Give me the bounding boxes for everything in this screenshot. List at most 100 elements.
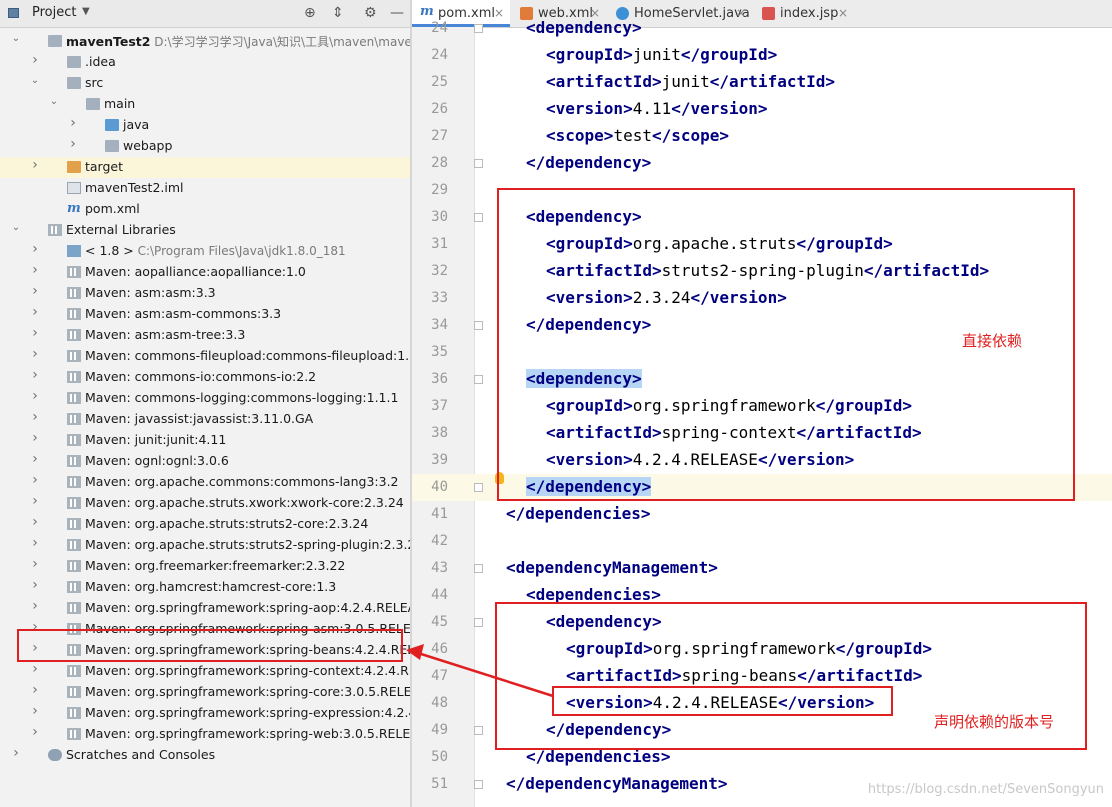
tree-item[interactable]: › Maven: org.springframework:spring-conte… <box>0 661 410 682</box>
hide-panel-icon[interactable]: — <box>390 4 404 22</box>
fold-marker-icon[interactable] <box>474 618 483 627</box>
line-number: 37 <box>431 398 448 414</box>
chevron-right-icon[interactable]: › <box>29 409 41 425</box>
project-panel-title[interactable]: Project <box>32 5 76 20</box>
chevron-right-icon[interactable]: › <box>29 514 41 530</box>
code-line[interactable]: 43 <dependencyManagement> <box>412 555 1112 582</box>
code-line[interactable]: 28 </dependency> <box>412 150 1112 177</box>
chevron-right-icon[interactable]: › <box>29 556 41 572</box>
tree-item[interactable]: › Maven: commons-io:commons-io:2.2 <box>0 367 410 388</box>
tree-item[interactable]: › Maven: org.hamcrest:hamcrest-core:1.3 <box>0 577 410 598</box>
tree-item[interactable]: › Maven: org.apache.struts.xwork:xwork-co… <box>0 493 410 514</box>
gear-icon[interactable]: ⚙ <box>364 4 377 22</box>
tree-item[interactable]: › Maven: org.springframework:spring-core:… <box>0 682 410 703</box>
chevron-right-icon[interactable]: › <box>29 283 41 299</box>
xml-tag: </groupId> <box>680 45 778 64</box>
fold-marker-icon[interactable] <box>474 213 483 222</box>
chevron-right-icon[interactable]: › <box>29 661 41 677</box>
code-line[interactable]: 24 <groupId>junit</groupId> <box>412 42 1112 69</box>
tree-item[interactable]: › Maven: ognl:ognl:3.0.6 <box>0 451 410 472</box>
tree-item-text: main <box>104 96 136 111</box>
library-icon <box>67 434 81 446</box>
chevron-right-icon[interactable]: › <box>29 577 41 593</box>
tree-item[interactable]: › Maven: asm:asm:3.3 <box>0 283 410 304</box>
chevron-right-icon[interactable]: › <box>29 724 41 740</box>
chevron-right-icon[interactable]: › <box>29 682 41 698</box>
tree-item[interactable]: ⌄ main <box>0 94 410 115</box>
locate-icon[interactable]: ⊕ <box>304 4 316 22</box>
library-icon <box>67 497 81 509</box>
chevron-right-icon[interactable]: › <box>29 304 41 320</box>
chevron-down-icon[interactable]: ⌄ <box>10 222 22 233</box>
tree-item[interactable]: ⌄ mavenTest2 D:\学习学习学习\Java\知识\工具\maven\m… <box>0 31 410 52</box>
tree-item[interactable]: › Maven: org.springframework:spring-aop:4… <box>0 598 410 619</box>
tree-item-label: Maven: javassist:javassist:3.11.0.GA <box>85 411 313 426</box>
tree-item[interactable]: ⌄ External Libraries <box>0 220 410 241</box>
code-line[interactable]: 24 <dependency> <box>412 15 1112 42</box>
chevron-right-icon[interactable]: › <box>10 745 22 761</box>
tree-item[interactable]: › Maven: org.springframework:spring-expre… <box>0 703 410 724</box>
chevron-right-icon[interactable]: › <box>29 367 41 383</box>
fold-marker-icon[interactable] <box>474 24 483 33</box>
code-line[interactable]: 27 <scope>test</scope> <box>412 123 1112 150</box>
collapse-all-icon[interactable]: ⇕ <box>332 4 344 22</box>
chevron-right-icon[interactable]: › <box>29 598 41 614</box>
chevron-right-icon[interactable]: › <box>29 472 41 488</box>
chevron-down-icon[interactable]: ⌄ <box>10 33 22 44</box>
code-line[interactable]: 25 <artifactId>junit</artifactId> <box>412 69 1112 96</box>
chevron-right-icon[interactable]: › <box>29 535 41 551</box>
fold-marker-icon[interactable] <box>474 483 483 492</box>
fold-marker-icon[interactable] <box>474 564 483 573</box>
chevron-down-icon[interactable]: ⌄ <box>48 96 60 107</box>
chevron-right-icon[interactable]: › <box>29 703 41 719</box>
chevron-right-icon[interactable]: › <box>29 493 41 509</box>
xml-tag: <artifactId> <box>546 72 662 91</box>
tree-item[interactable]: › Maven: javassist:javassist:3.11.0.GA <box>0 409 410 430</box>
chevron-right-icon[interactable]: › <box>29 451 41 467</box>
tree-item[interactable]: › Maven: org.apache.commons:commons-lang3… <box>0 472 410 493</box>
code-line[interactable]: 41 </dependencies> <box>412 501 1112 528</box>
chevron-right-icon[interactable]: › <box>29 325 41 341</box>
fold-marker-icon[interactable] <box>474 726 483 735</box>
chevron-down-icon[interactable]: ▼ <box>82 6 90 17</box>
chevron-right-icon[interactable]: › <box>29 241 41 257</box>
tree-item[interactable]: › Scratches and Consoles <box>0 745 410 766</box>
tree-item[interactable]: › webapp <box>0 136 410 157</box>
chevron-right-icon[interactable]: › <box>67 136 79 152</box>
fold-marker-icon[interactable] <box>474 780 483 789</box>
chevron-down-icon[interactable]: ⌄ <box>29 75 41 86</box>
fold-marker-icon[interactable] <box>474 159 483 168</box>
tree-item[interactable]: › Maven: commons-logging:commons-logging:… <box>0 388 410 409</box>
tree-item[interactable]: › Maven: commons-fileupload:commons-fileu… <box>0 346 410 367</box>
tree-item[interactable]: › Maven: org.apache.struts:struts2-core:2… <box>0 514 410 535</box>
tree-item[interactable]: ⌄ src <box>0 73 410 94</box>
chevron-right-icon[interactable]: › <box>29 346 41 362</box>
tree-item[interactable]: › < 1.8 > C:\Program Files\Java\jdk1.8.0_… <box>0 241 410 262</box>
tree-item[interactable]: › Maven: junit:junit:4.11 <box>0 430 410 451</box>
tree-item[interactable]: › Maven: org.apache.struts:struts2-spring… <box>0 535 410 556</box>
chevron-right-icon[interactable]: › <box>29 262 41 278</box>
tree-item[interactable]: › Maven: org.freemarker:freemarker:2.3.22 <box>0 556 410 577</box>
library-icon <box>67 350 81 362</box>
tree-item-label: Maven: org.springframework:spring-web:3.… <box>85 726 410 741</box>
tree-item[interactable]: m pom.xml <box>0 199 410 220</box>
tree-item[interactable]: › .idea <box>0 52 410 73</box>
chevron-right-icon[interactable]: › <box>29 430 41 446</box>
code-line[interactable]: 42 <box>412 528 1112 555</box>
code-text: <groupId>junit</groupId> <box>546 45 777 64</box>
tree-item[interactable]: › Maven: asm:asm-commons:3.3 <box>0 304 410 325</box>
tree-item[interactable]: › target <box>0 157 410 178</box>
tree-item-label: src <box>85 75 103 90</box>
tree-item[interactable]: › java <box>0 115 410 136</box>
chevron-right-icon[interactable]: › <box>29 157 41 173</box>
tree-item[interactable]: › Maven: org.springframework:spring-web:3… <box>0 724 410 745</box>
code-line[interactable]: 26 <version>4.11</version> <box>412 96 1112 123</box>
fold-marker-icon[interactable] <box>474 375 483 384</box>
chevron-right-icon[interactable]: › <box>67 115 79 131</box>
chevron-right-icon[interactable]: › <box>29 52 41 68</box>
fold-marker-icon[interactable] <box>474 321 483 330</box>
tree-item[interactable]: › Maven: aopalliance:aopalliance:1.0 <box>0 262 410 283</box>
tree-item[interactable]: mavenTest2.iml <box>0 178 410 199</box>
tree-item[interactable]: › Maven: asm:asm-tree:3.3 <box>0 325 410 346</box>
chevron-right-icon[interactable]: › <box>29 388 41 404</box>
